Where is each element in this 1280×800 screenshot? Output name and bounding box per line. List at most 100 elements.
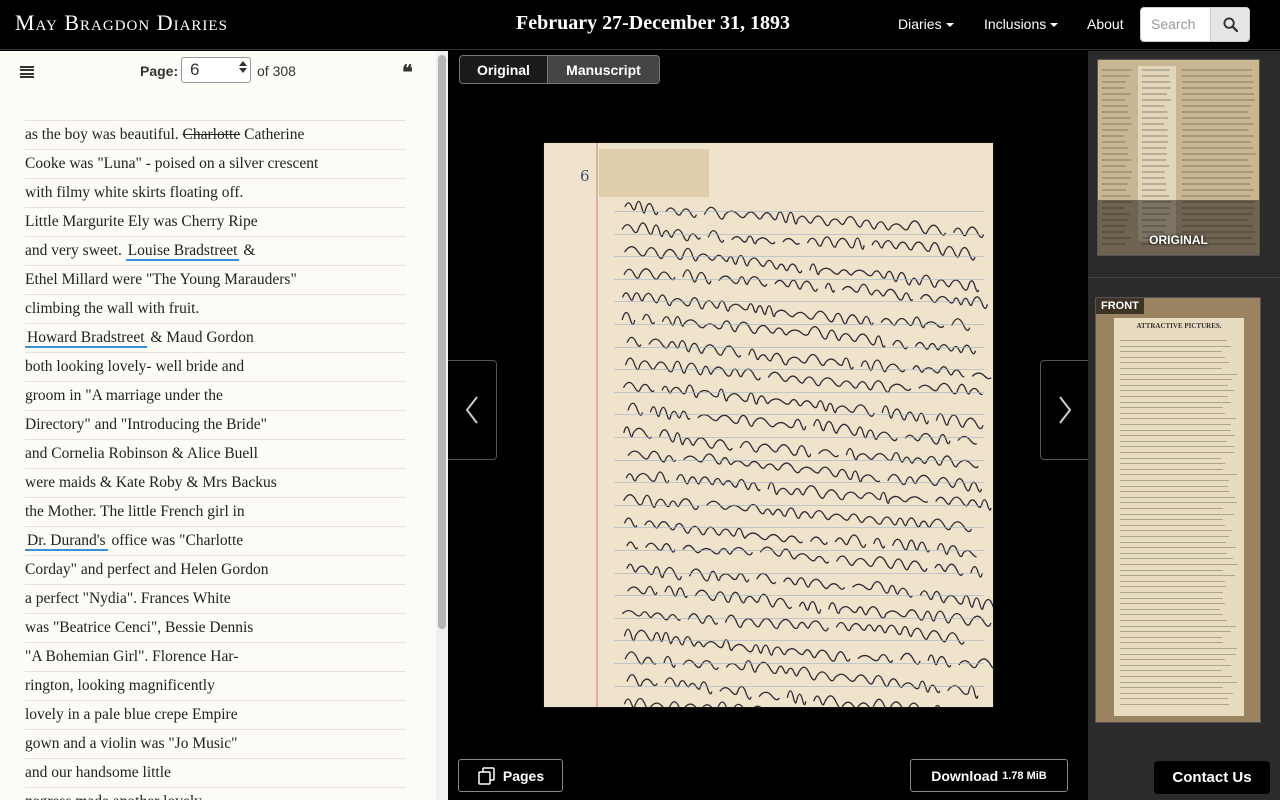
nav-about[interactable]: About (1087, 16, 1124, 32)
copy-icon (478, 766, 495, 785)
clipping-text-line (1120, 676, 1233, 677)
transcript-line: Directory" and "Introducing the Bride" (25, 410, 406, 439)
clipping-text-line (1120, 468, 1224, 470)
nav-inclusions[interactable]: Inclusions (984, 16, 1059, 32)
transcript-text-span: and Cornelia Robinson & Alice Buell (25, 445, 258, 462)
clipping-text-line (1120, 648, 1238, 649)
handwriting-line (622, 611, 972, 645)
transcript-line: a perfect "Nydia". Frances White (25, 584, 406, 613)
clipping-text-line (1120, 424, 1231, 425)
site-brand[interactable]: May Bragdon Diaries (15, 10, 228, 36)
search-icon (1222, 17, 1238, 32)
search-button[interactable] (1210, 7, 1250, 42)
transcript-line: and our handsome little (25, 758, 406, 787)
next-page-button[interactable] (1040, 360, 1089, 460)
transcript-text-span: were maids & Kate Roby & Mrs Backus (25, 474, 277, 491)
transcript-line: climbing the wall with fruit. (25, 294, 406, 323)
clipping-text-line (1120, 564, 1238, 565)
clipping-headline: ATTRACTIVE PICTURES. (1136, 322, 1222, 330)
clipping-text-line (1120, 664, 1231, 666)
ruled-line (614, 369, 984, 371)
page-number-input[interactable]: 6 (181, 57, 251, 83)
manuscript-toggle-button[interactable]: Manuscript (548, 55, 660, 84)
original-toggle-button[interactable]: Original (459, 55, 548, 84)
handwriting-line (622, 381, 984, 430)
ruled-line (614, 550, 984, 551)
spin-up-icon[interactable] (239, 61, 247, 66)
person-link[interactable]: Howard Bradstreet (25, 329, 147, 348)
handwriting-line (627, 585, 992, 627)
clipping-text-line (1120, 446, 1235, 448)
clipping-text-line (1120, 552, 1227, 554)
thumbnail-panel: ORIGINAL ATTRACTIVE PICTURES. FRONT (1088, 51, 1280, 800)
original-thumbnail[interactable]: ORIGINAL (1097, 59, 1260, 256)
transcript-text-span: Cooke was "Luna" - poised on a silver cr… (25, 155, 319, 172)
scrollbar-thumb[interactable] (438, 55, 446, 629)
transcript-line: Dr. Durand's office was "Charlotte (25, 526, 406, 555)
contact-us-button[interactable]: Contact Us (1154, 761, 1270, 794)
clipping-text-line (1120, 698, 1228, 700)
transcript-panel: Page: 6 of 308 ❝ as the boy was beautifu… (0, 51, 448, 800)
menu-icon[interactable] (20, 66, 34, 78)
search-placeholder: Search (1151, 16, 1196, 32)
clipping-text-line (1120, 558, 1233, 560)
ruled-line (614, 301, 984, 303)
clipping-text-line (1120, 513, 1234, 515)
handwriting (544, 200, 993, 707)
ruled-line (614, 211, 984, 212)
download-size: 1.78 MiB (1002, 769, 1047, 782)
transcript-line: rington, looking magnificently (25, 671, 406, 700)
transcript-line: and Cornelia Robinson & Alice Buell (25, 439, 406, 468)
clipping-text-line (1120, 340, 1227, 341)
clipping-text-line (1120, 418, 1237, 420)
person-link[interactable]: Dr. Durand's (25, 532, 108, 551)
transcript-text-span: with filmy white skirts floating off. (25, 184, 244, 201)
ruled-line (614, 414, 984, 416)
top-navbar: May Bragdon Diaries February 27-December… (0, 0, 1280, 50)
clipping-text-line (1120, 569, 1224, 571)
clipping-text-line (1120, 485, 1228, 487)
clipping-text-line (1120, 659, 1226, 661)
nav-diaries-label: Diaries (898, 16, 942, 32)
ruled-line (614, 233, 984, 235)
transcript-text-span: negress made another lovely (25, 793, 202, 800)
page-spinner[interactable] (239, 61, 247, 73)
transcript-text-span: "A Bohemian Girl". Florence Har- (25, 648, 239, 665)
clipping-text-line (1120, 670, 1222, 672)
transcript-line: Ethel Millard were "The Young Marauders" (25, 265, 406, 294)
clipping-text-line (1120, 692, 1233, 694)
person-link[interactable]: Louise Bradstreet (125, 242, 240, 261)
handwriting-line (621, 222, 976, 261)
spin-down-icon[interactable] (239, 68, 247, 73)
ruled-line (614, 663, 984, 664)
clipping-text-line (1120, 653, 1236, 655)
transcript-text-span: both looking lovely- well bride and (25, 358, 245, 375)
clipping-text-line (1120, 379, 1232, 381)
ruled-line (614, 504, 984, 506)
quote-icon[interactable]: ❝ (402, 62, 413, 82)
transcript-text-span: & Maud Gordon (146, 329, 254, 346)
ruled-line (614, 278, 984, 280)
ruled-line (614, 640, 984, 642)
transcript-text-span: and very sweet. (25, 242, 126, 259)
nav-diaries[interactable]: Diaries (898, 16, 954, 32)
page-number-value: 6 (190, 60, 200, 79)
clipping-text-line (1120, 480, 1230, 481)
ruled-line (614, 482, 984, 484)
clipping-text-line (1120, 524, 1226, 526)
clipping-text-line (1120, 575, 1236, 577)
transcript-line: Cooke was "Luna" - poised on a silver cr… (25, 149, 406, 178)
search-input[interactable]: Search (1140, 7, 1211, 42)
download-button[interactable]: Download 1.78 MiB (910, 759, 1068, 792)
clipping-text-line (1120, 636, 1223, 638)
transcript-line: both looking lovely- well bride and (25, 352, 406, 381)
transcript-line: and very sweet. Louise Bradstreet & (25, 236, 406, 265)
pages-button[interactable]: Pages (458, 759, 563, 792)
scrollbar[interactable] (436, 51, 448, 800)
front-thumbnail[interactable]: ATTRACTIVE PICTURES. FRONT (1095, 297, 1261, 723)
previous-page-button[interactable] (448, 360, 497, 460)
ruled-line (614, 527, 984, 529)
transcript-line: gown and a violin was "Jo Music" (25, 729, 406, 758)
manuscript-page-image[interactable]: 6 (544, 143, 993, 707)
diary-date-range: February 27-December 31, 1893 (516, 12, 791, 34)
